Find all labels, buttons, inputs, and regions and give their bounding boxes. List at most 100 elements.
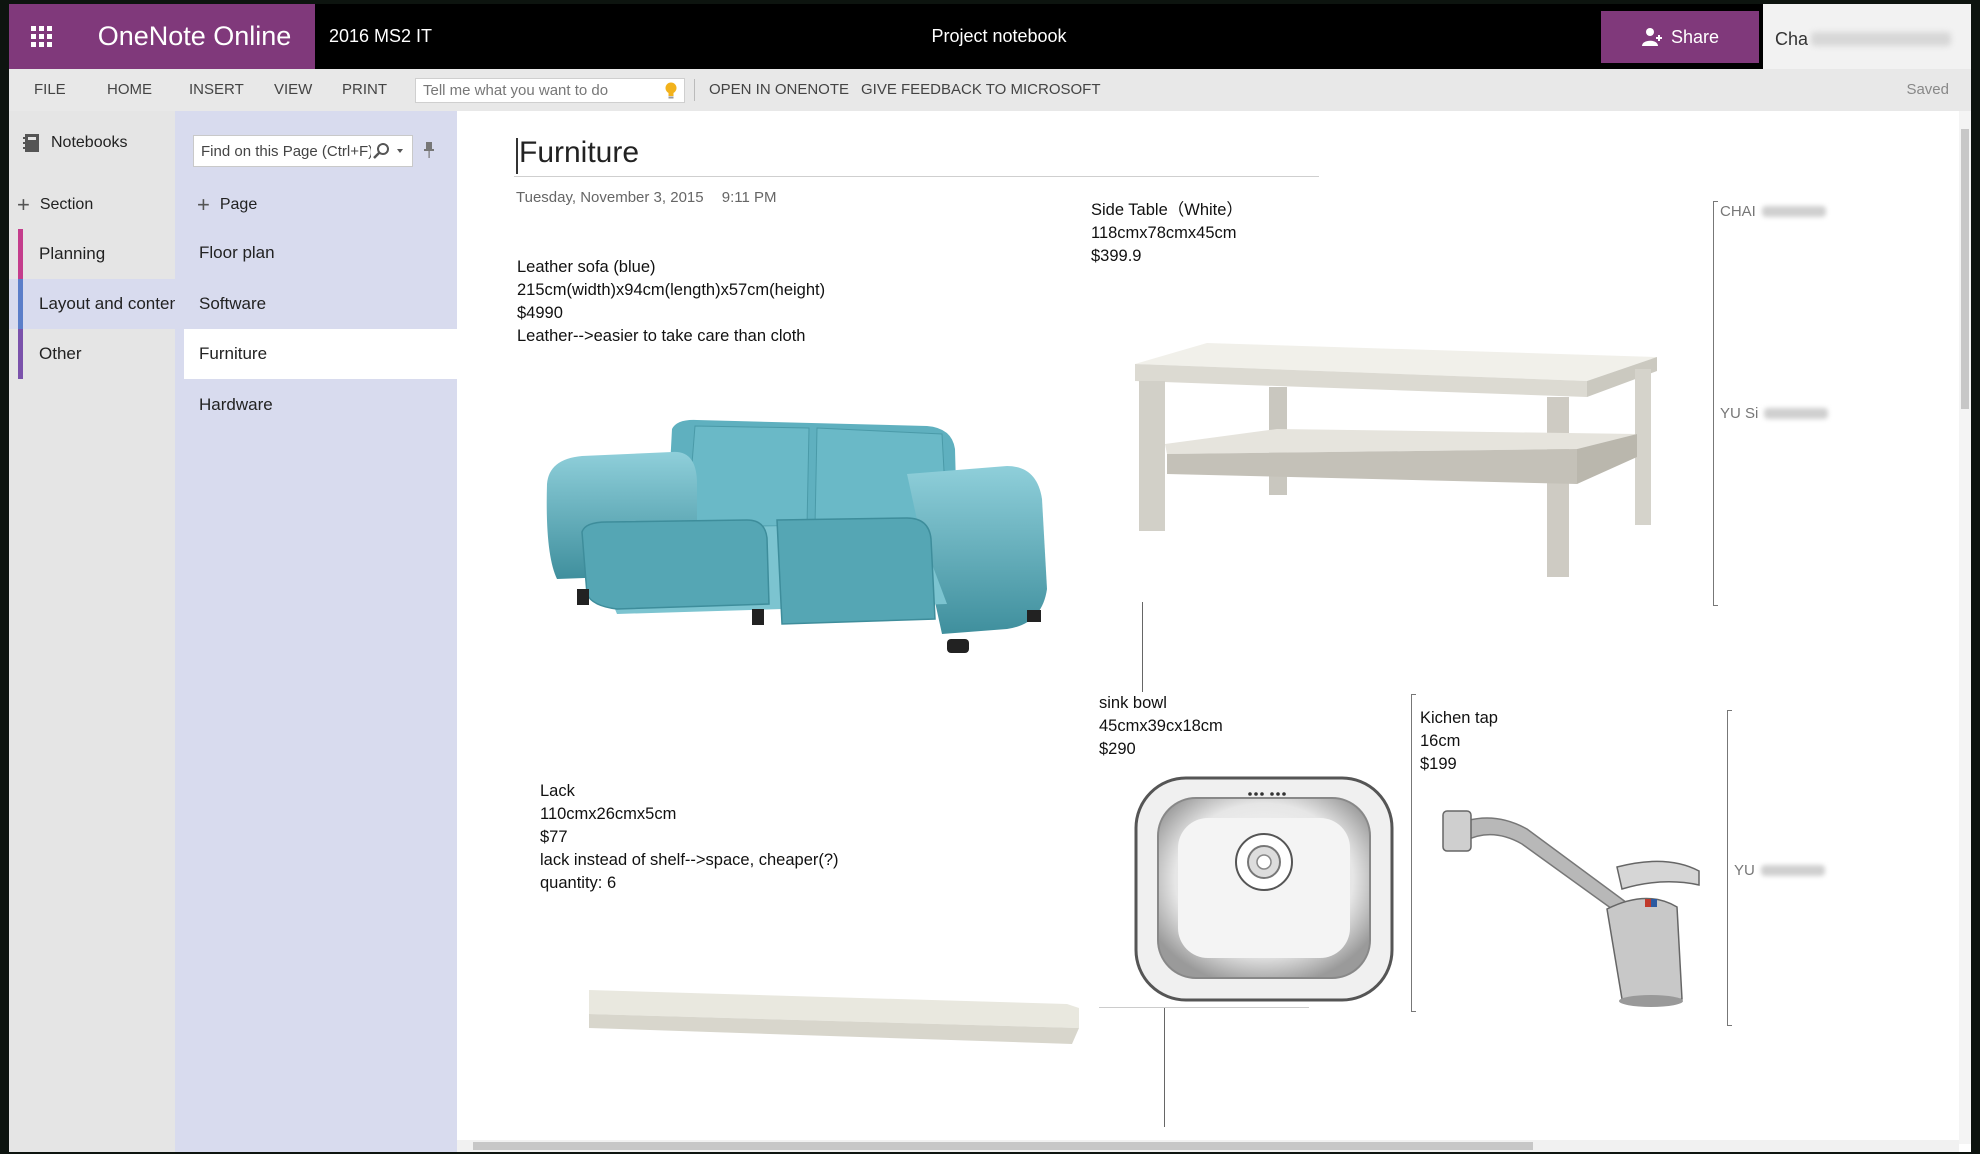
top-bar: OneNote Online 2016 MS2 IT Project noteb… xyxy=(9,4,1971,69)
note-line: sink bowl xyxy=(1099,694,1167,712)
section-label: Planning xyxy=(39,244,106,263)
app-launcher-icon xyxy=(31,26,52,47)
note-line: quantity: 6 xyxy=(540,874,617,892)
user-name: Cha xyxy=(1775,29,1809,49)
section-layout-and-content[interactable]: Layout and content xyxy=(9,279,175,329)
section-color-bar xyxy=(18,329,23,379)
add-section-label: Section xyxy=(39,196,94,213)
page-date: Tuesday, November 3, 2015 9:11 PM xyxy=(516,189,791,206)
plus-icon: + xyxy=(197,192,210,217)
text-cursor xyxy=(516,138,518,174)
sections-pane: Notebooks + Section Planning Layout and … xyxy=(9,111,175,1152)
section-planning[interactable]: Planning xyxy=(9,229,175,279)
divider-line xyxy=(1164,1007,1165,1127)
open-in-onenote-button[interactable]: OPEN IN ONENOTE xyxy=(709,69,849,111)
note-line: $77 xyxy=(540,828,568,846)
vertical-scrollbar[interactable] xyxy=(1959,111,1971,1144)
note-line: lack instead of shelf-->space, cheaper(?… xyxy=(540,851,839,869)
note-bracket xyxy=(1411,694,1416,1012)
share-label: Share xyxy=(1670,26,1720,47)
ribbon: FILE HOME INSERT VIEW PRINT OPEN IN ONEN… xyxy=(9,69,1971,112)
page-furniture[interactable]: Furniture xyxy=(184,329,457,379)
note-side-table[interactable]: Side Table（White） 118cmx78cmx45cm $399.9 xyxy=(1091,199,1243,268)
author-label: YU Si xyxy=(1720,405,1829,422)
author-name: YU xyxy=(1734,862,1755,879)
horizontal-scroll-thumb[interactable] xyxy=(473,1142,1533,1150)
page-software[interactable]: Software xyxy=(184,279,457,329)
note-line: Lack xyxy=(540,782,575,800)
divider-line xyxy=(1142,602,1143,692)
pin-icon[interactable] xyxy=(423,141,435,159)
sink-bowl-image[interactable] xyxy=(1132,774,1397,1006)
menu-view[interactable]: VIEW xyxy=(274,69,312,111)
note-kitchen-tap[interactable]: Kichen tap 16cm $199 xyxy=(1420,707,1498,776)
notebooks-button[interactable]: Notebooks xyxy=(23,133,128,153)
note-lack-shelf[interactable]: Lack 110cmx26cmx5cm $77 lack instead of … xyxy=(540,780,839,895)
app-window: OneNote Online 2016 MS2 IT Project noteb… xyxy=(9,4,1971,1152)
share-button[interactable]: Share xyxy=(1601,11,1759,63)
note-line: $4990 xyxy=(517,304,563,322)
tell-me-input[interactable] xyxy=(416,79,660,102)
note-sink-bowl[interactable]: sink bowl 45cmx39cx18cm $290 xyxy=(1099,692,1223,761)
section-other[interactable]: Other xyxy=(9,329,175,379)
give-feedback-button[interactable]: GIVE FEEDBACK TO MICROSOFT xyxy=(861,69,1100,111)
add-section-button[interactable]: + Section xyxy=(17,192,94,217)
author-label: CHAI xyxy=(1720,203,1826,220)
document-title: Project notebook xyxy=(931,26,1067,46)
app-name[interactable]: OneNote Online xyxy=(74,4,315,69)
section-label: Other xyxy=(39,344,82,363)
page-hardware[interactable]: Hardware xyxy=(184,380,457,430)
kitchen-tap-image[interactable] xyxy=(1437,799,1727,1019)
sofa-image[interactable] xyxy=(537,414,1077,659)
add-person-icon xyxy=(1641,28,1662,46)
page-title[interactable]: Furniture xyxy=(519,136,639,170)
search-icon xyxy=(373,143,389,159)
menu-home[interactable]: HOME xyxy=(107,69,152,111)
horizontal-scrollbar[interactable] xyxy=(457,1140,1959,1152)
section-color-bar xyxy=(18,279,23,329)
menu-file[interactable]: FILE xyxy=(34,69,66,111)
page-floor-plan[interactable]: Floor plan xyxy=(184,228,457,278)
add-page-label: Page xyxy=(219,196,258,213)
note-line: Leather sofa (blue) xyxy=(517,258,656,276)
note-line: $199 xyxy=(1420,755,1457,773)
note-line: Leather-->easier to take care than cloth xyxy=(517,327,806,345)
add-page-button[interactable]: + Page xyxy=(197,192,258,217)
notebook-icon xyxy=(23,134,39,152)
plus-icon: + xyxy=(17,192,30,217)
author-label: YU xyxy=(1734,862,1825,879)
section-color-bar xyxy=(18,229,23,279)
note-line: 110cmx26cmx5cm xyxy=(540,805,677,823)
note-sofa[interactable]: Leather sofa (blue) 215cm(width)x94cm(le… xyxy=(517,256,825,348)
vertical-scroll-thumb[interactable] xyxy=(1961,129,1969,409)
notebooks-label: Notebooks xyxy=(51,134,128,151)
menu-insert[interactable]: INSERT xyxy=(189,69,244,111)
title-underline xyxy=(514,176,1319,177)
note-line: 16cm xyxy=(1420,732,1461,750)
lack-shelf-image[interactable] xyxy=(587,986,1082,1048)
notebook-name[interactable]: 2016 MS2 IT xyxy=(329,4,432,69)
note-line: $290 xyxy=(1099,740,1136,758)
divider-line xyxy=(1099,1007,1309,1008)
author-redacted xyxy=(1761,206,1826,217)
ribbon-separator xyxy=(694,79,695,101)
user-account[interactable]: Cha xyxy=(1763,4,1971,69)
menu-print[interactable]: PRINT xyxy=(342,69,387,111)
note-line: 215cm(width)x94cm(length)x57cm(height) xyxy=(517,281,826,299)
lightbulb-icon xyxy=(665,82,677,99)
find-on-page-box[interactable] xyxy=(193,135,413,167)
page-date-text: Tuesday, November 3, 2015 xyxy=(516,189,704,206)
app-launcher-button[interactable] xyxy=(9,4,74,69)
find-on-page-input[interactable] xyxy=(194,136,378,166)
section-label: Layout and content xyxy=(39,294,175,313)
note-line: $399.9 xyxy=(1091,247,1142,265)
note-line: Side Table（White） xyxy=(1091,201,1243,219)
save-status: Saved xyxy=(1906,81,1949,98)
author-redacted xyxy=(1760,865,1825,876)
author-name: CHAI xyxy=(1720,203,1756,220)
tell-me-box[interactable] xyxy=(415,78,685,103)
author-redacted xyxy=(1764,408,1829,419)
chevron-down-icon[interactable] xyxy=(397,149,403,153)
note-line: 118cmx78cmx45cm xyxy=(1091,224,1237,242)
side-table-image[interactable] xyxy=(1127,339,1662,589)
